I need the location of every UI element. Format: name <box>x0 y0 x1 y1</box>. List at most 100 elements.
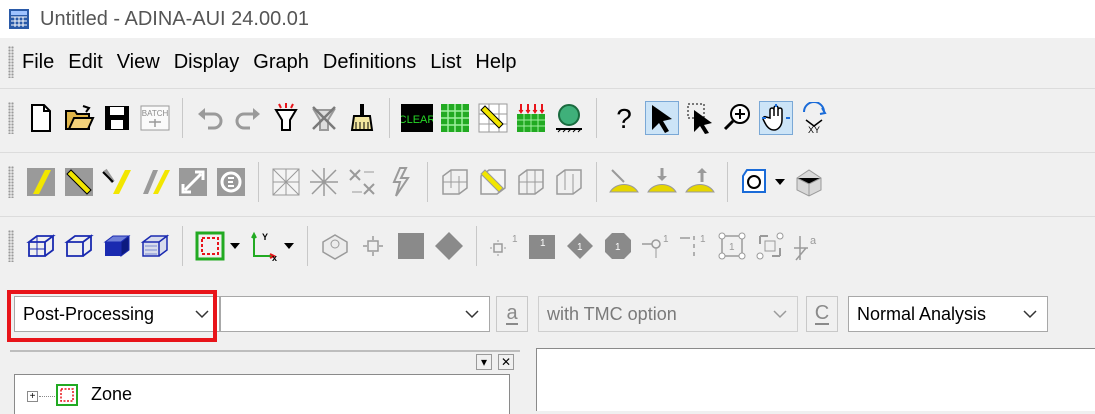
help-button[interactable]: ? <box>607 101 641 135</box>
mesh-plot-button[interactable] <box>438 101 472 135</box>
menu-graph[interactable]: Graph <box>253 49 309 76</box>
element-attach-button[interactable] <box>552 165 586 199</box>
transform-button[interactable] <box>176 165 210 199</box>
tmc-option-select[interactable]: with TMC option <box>538 296 798 332</box>
toolbar-geometry <box>0 152 1095 211</box>
pick-button[interactable] <box>645 101 679 135</box>
mesh-boundary-button[interactable] <box>193 229 227 263</box>
svg-text:1: 1 <box>663 234 669 245</box>
toolbar-separator <box>596 98 597 138</box>
redo-button[interactable] <box>231 101 265 135</box>
crossed-spotlight-icon <box>312 106 336 131</box>
menu-list[interactable]: List <box>430 49 461 76</box>
grouped-number-icon: 1 <box>718 232 746 260</box>
no-highlight-button[interactable] <box>307 101 341 135</box>
element-group-label-button[interactable]: 1 <box>715 229 749 263</box>
toolbar-grip[interactable] <box>8 102 14 134</box>
element-diamond-button[interactable] <box>432 229 466 263</box>
element-delete-button[interactable] <box>514 165 548 199</box>
shaded-button[interactable] <box>100 229 134 263</box>
wireframe-button[interactable] <box>24 229 58 263</box>
element-groups-button[interactable] <box>438 165 472 199</box>
face-label-button[interactable] <box>753 229 787 263</box>
axes-button[interactable]: Yx <box>247 229 281 263</box>
render-button[interactable] <box>792 165 826 199</box>
tree-item-zone[interactable]: Zone <box>91 384 132 405</box>
menu-file[interactable]: File <box>22 49 54 76</box>
save-disk-icon <box>105 106 129 130</box>
pan-button[interactable] <box>759 101 793 135</box>
chevron-down-icon <box>465 310 479 319</box>
contact-down-button[interactable] <box>645 165 679 199</box>
contact-pair-button[interactable] <box>607 165 641 199</box>
toolbar-separator <box>182 98 183 138</box>
clean-button[interactable] <box>345 101 379 135</box>
smooth-shaded-button[interactable] <box>138 229 172 263</box>
mesh-delete-button[interactable] <box>345 165 379 199</box>
element-fill-button[interactable] <box>394 229 428 263</box>
program-detail-select[interactable] <box>220 296 490 332</box>
node-point-button[interactable] <box>356 229 390 263</box>
toolbar-grip[interactable] <box>8 230 14 262</box>
solid-element-button[interactable] <box>318 229 352 263</box>
load-plot-button[interactable] <box>514 101 548 135</box>
model-tree-panel: ▾ ✕ + Zone <box>10 350 520 414</box>
svg-text:CLEAR: CLEAR <box>401 114 433 126</box>
rectangle-pick-button[interactable] <box>683 101 717 135</box>
clear-button[interactable]: CLEAR <box>400 101 434 135</box>
symbol-label-button[interactable]: a <box>791 229 825 263</box>
define-faces-button[interactable] <box>138 165 172 199</box>
svg-text:XY: XY <box>808 125 820 134</box>
element-edit-button[interactable] <box>476 165 510 199</box>
mesh-surfaces-button[interactable] <box>269 165 303 199</box>
load-label-button[interactable]: 1 <box>639 229 673 263</box>
outline-button[interactable] <box>62 229 96 263</box>
panel-close-button[interactable]: ✕ <box>498 354 514 370</box>
element-diamond-label-button[interactable]: 1 <box>563 229 597 263</box>
new-file-button[interactable] <box>24 101 58 135</box>
analysis-type-select[interactable]: Normal Analysis <box>848 296 1048 332</box>
menu-help[interactable]: Help <box>475 49 516 76</box>
menu-display[interactable]: Display <box>174 49 240 76</box>
option-c-button[interactable]: C <box>806 296 838 332</box>
diamond-number-icon: 1 <box>567 233 593 259</box>
element-octagon-label-button[interactable]: 1 <box>601 229 635 263</box>
graphics-viewport[interactable] <box>536 348 1095 411</box>
axes-dropdown-arrow[interactable] <box>283 229 295 263</box>
menu-definitions[interactable]: Definitions <box>323 49 416 76</box>
rotate-button[interactable]: XY <box>797 101 831 135</box>
tmc-option-value: with TMC option <box>547 304 677 324</box>
node-number-icon: 1 <box>490 234 518 256</box>
view-toggle-button[interactable] <box>738 165 772 199</box>
surface-pencil-icon <box>65 168 93 196</box>
define-bodies-button[interactable] <box>214 165 248 199</box>
boundary-dropdown-arrow[interactable] <box>229 229 241 263</box>
panel-minimize-button[interactable]: ▾ <box>476 354 492 370</box>
boundary-label-button[interactable]: 1 <box>677 229 711 263</box>
highlight-button[interactable] <box>269 101 303 135</box>
node-label-button[interactable]: 1 <box>487 229 521 263</box>
zone-icon <box>56 384 78 406</box>
option-a-button[interactable]: a <box>496 296 528 332</box>
mesh-sparkle-icon <box>310 168 338 196</box>
mesh-lines-button[interactable] <box>383 165 417 199</box>
view-dropdown-arrow[interactable] <box>774 165 786 199</box>
tree-expand-toggle[interactable]: + <box>27 391 38 402</box>
modify-mesh-button[interactable] <box>476 101 510 135</box>
save-button[interactable] <box>100 101 134 135</box>
contact-up-button[interactable] <box>683 165 717 199</box>
define-surfaces-button[interactable] <box>62 165 96 199</box>
boundary-plot-button[interactable] <box>552 101 586 135</box>
open-file-button[interactable] <box>62 101 96 135</box>
menu-view[interactable]: View <box>117 49 160 76</box>
menu-edit[interactable]: Edit <box>68 49 102 76</box>
undo-button[interactable] <box>193 101 227 135</box>
zoom-button[interactable] <box>721 101 755 135</box>
toolbar-grip[interactable] <box>8 166 14 198</box>
batch-button[interactable]: BATCH <box>138 101 172 135</box>
define-lines-button[interactable] <box>24 165 58 199</box>
mesh-edit-button[interactable] <box>307 165 341 199</box>
element-label-button[interactable]: 1 <box>525 229 559 263</box>
define-edges-button[interactable] <box>100 165 134 199</box>
toolbar-grip[interactable] <box>8 46 14 78</box>
